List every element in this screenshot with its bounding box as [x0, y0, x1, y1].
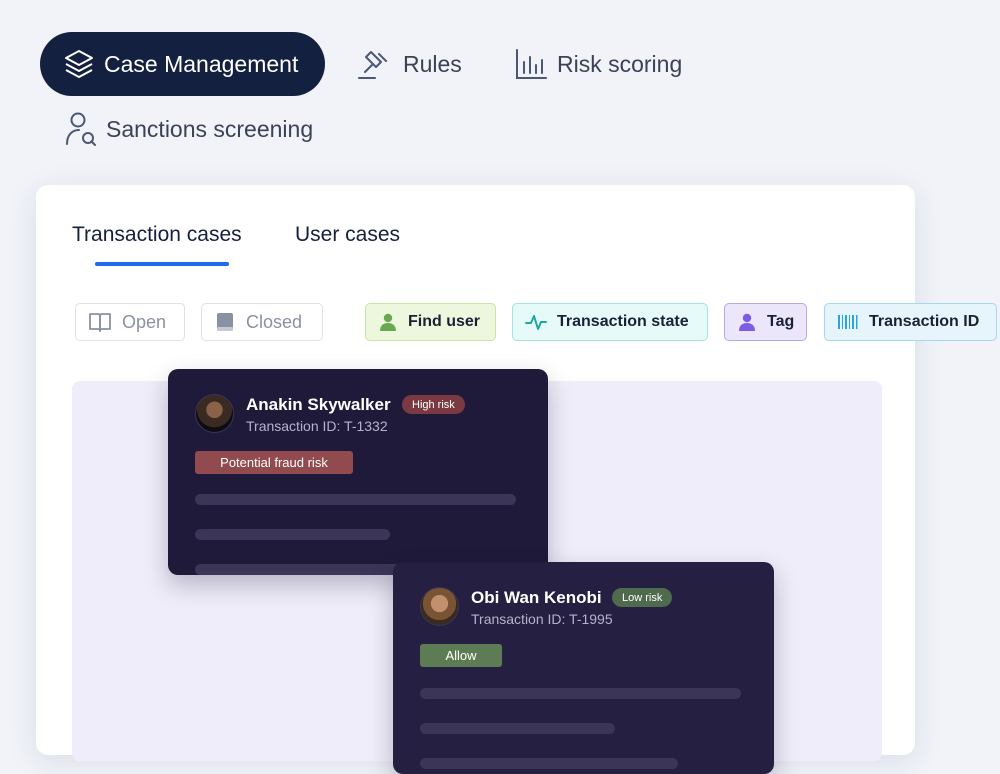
activity-icon [525, 312, 547, 332]
tag-chip[interactable]: Tag [724, 303, 807, 341]
layers-icon [62, 47, 96, 81]
nav-case-management-label: Case Management [104, 50, 299, 77]
placeholder-line [195, 529, 390, 540]
open-book-icon [88, 311, 112, 333]
transaction-state-chip[interactable]: Transaction state [512, 303, 708, 341]
transaction-id-label: Transaction ID [869, 313, 980, 330]
gavel-icon [355, 44, 395, 84]
placeholder-line [420, 758, 678, 769]
risk-badge: Low risk [612, 588, 673, 607]
case-transaction-id: Transaction ID: T-1332 [246, 418, 388, 434]
case-card[interactable]: Anakin Skywalker High risk Transaction I… [168, 369, 548, 575]
avatar [195, 394, 234, 433]
tag-label: Tag [767, 313, 795, 330]
transaction-id-chip[interactable]: Transaction ID [824, 303, 997, 341]
nav-sanctions-screening-label: Sanctions screening [106, 115, 314, 142]
user-search-icon [64, 110, 98, 148]
find-user-label: Find user [408, 313, 481, 330]
avatar [420, 587, 459, 626]
tab-user-cases[interactable]: User cases [295, 223, 400, 247]
bar-chart-icon [513, 46, 549, 82]
closed-book-icon [214, 311, 236, 333]
filter-open-label: Open [122, 311, 167, 332]
nav-case-management[interactable]: Case Management [40, 32, 325, 96]
barcode-icon [837, 313, 859, 331]
nav-rules-label: Rules [403, 50, 462, 77]
active-tab-indicator [95, 262, 229, 266]
risk-badge: High risk [402, 395, 465, 414]
person-icon [737, 312, 757, 332]
product-showcase: Case Management Rules Risk scoring Sanct… [0, 0, 1000, 774]
filter-closed-button[interactable]: Closed [201, 303, 323, 341]
transaction-state-label: Transaction state [557, 313, 689, 330]
placeholder-line [420, 688, 741, 699]
case-card[interactable]: Obi Wan Kenobi Low risk Transaction ID: … [393, 562, 774, 774]
nav-sanctions-screening[interactable]: Sanctions screening [64, 97, 313, 161]
case-user-name: Anakin Skywalker [246, 395, 391, 414]
placeholder-line [195, 494, 516, 505]
user-icon [378, 312, 398, 332]
filter-open-button[interactable]: Open [75, 303, 185, 341]
tab-transaction-cases[interactable]: Transaction cases [72, 223, 242, 247]
nav-rules[interactable]: Rules [355, 32, 462, 96]
status-badge: Allow [420, 644, 502, 667]
nav-risk-scoring[interactable]: Risk scoring [513, 32, 682, 96]
status-badge: Potential fraud risk [195, 451, 353, 474]
nav-risk-scoring-label: Risk scoring [557, 50, 683, 77]
find-user-chip[interactable]: Find user [365, 303, 496, 341]
case-transaction-id: Transaction ID: T-1995 [471, 611, 613, 627]
case-user-name: Obi Wan Kenobi [471, 588, 602, 607]
filter-closed-label: Closed [246, 311, 303, 332]
placeholder-line [420, 723, 615, 734]
